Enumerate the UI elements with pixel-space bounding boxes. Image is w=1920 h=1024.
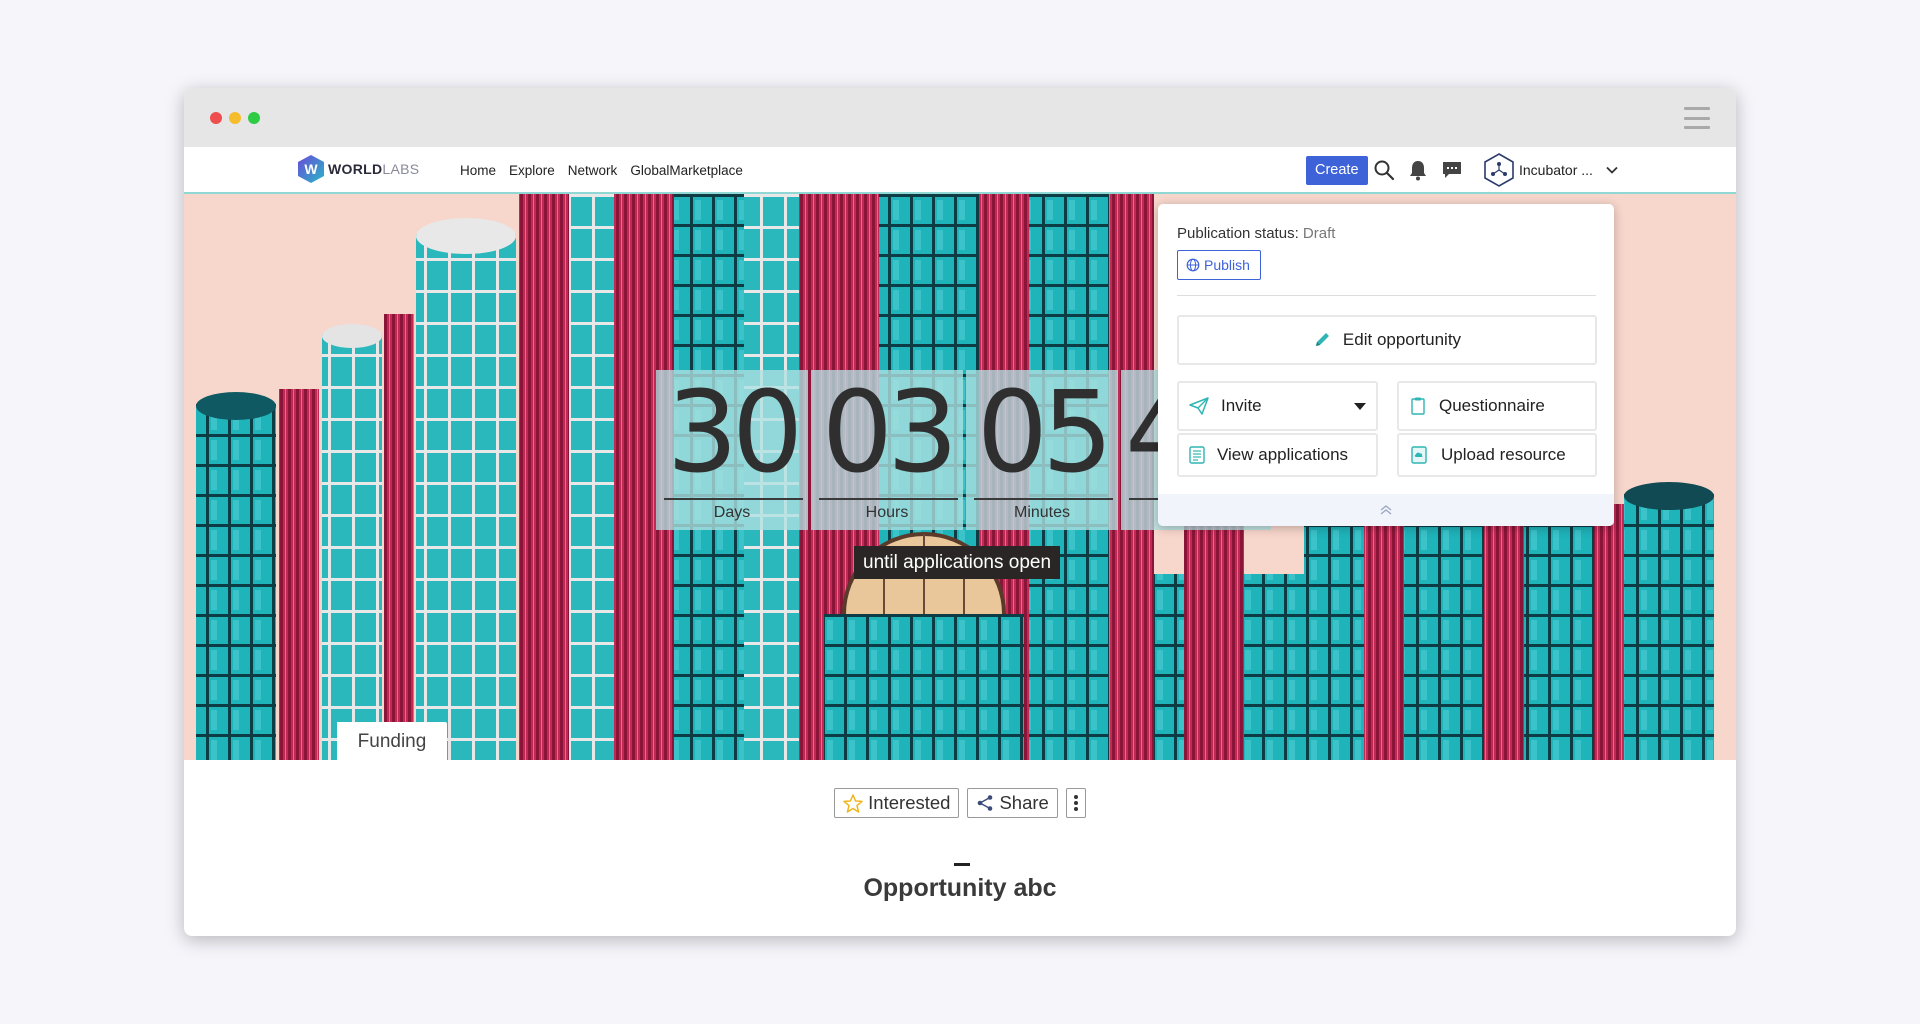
countdown-caption: until applications open xyxy=(854,546,1061,579)
share-button[interactable]: Share xyxy=(967,788,1058,818)
chat-icon[interactable] xyxy=(1441,159,1463,181)
bell-icon[interactable] xyxy=(1407,159,1429,181)
cloud-upload-icon xyxy=(1411,446,1427,464)
publication-status: Publication status: Draft xyxy=(1177,225,1336,242)
countdown-days-label: Days xyxy=(713,504,751,521)
countdown-days: 30 Days xyxy=(656,370,808,530)
minimize-window-button[interactable] xyxy=(229,112,241,124)
nav-link-globalmarketplace[interactable]: GlobalMarketplace xyxy=(630,163,743,178)
interested-button[interactable]: Interested xyxy=(834,788,960,818)
hamburger-menu-icon[interactable] xyxy=(1684,107,1710,129)
caret-down-icon[interactable] xyxy=(1354,403,1366,410)
nav-link-network[interactable]: Network xyxy=(568,163,618,178)
chevron-down-icon[interactable] xyxy=(1605,163,1619,177)
opportunity-title: Opportunity abc xyxy=(863,874,1057,902)
double-chevron-up-icon[interactable] xyxy=(1378,503,1394,517)
search-icon[interactable] xyxy=(1373,159,1395,181)
dropdown-collapse-bar[interactable] xyxy=(1158,494,1614,526)
logo-text: WORLDLABS xyxy=(328,161,420,177)
countdown-minutes-value: 05 xyxy=(976,368,1114,498)
svg-text:W: W xyxy=(304,161,318,177)
clipboard-icon xyxy=(1411,397,1425,415)
globe-icon xyxy=(1186,258,1200,272)
star-icon xyxy=(843,793,863,813)
worldlabs-logo[interactable]: W WORLDLABS xyxy=(297,154,419,184)
nav-link-explore[interactable]: Explore xyxy=(509,163,555,178)
questionnaire-button[interactable]: Questionnaire xyxy=(1397,381,1597,431)
browser-window: W WORLDLABS Home Explore Network GlobalM… xyxy=(184,88,1736,936)
countdown-minutes: 05 Minutes xyxy=(966,370,1118,530)
opportunity-actions-dropdown: Publication status: Draft Publish Edit o… xyxy=(1158,204,1614,526)
more-options-button[interactable] xyxy=(1065,788,1086,818)
upload-resource-button[interactable]: Upload resource xyxy=(1397,433,1597,477)
countdown-hours: 03 Hours xyxy=(811,370,963,530)
view-applications-button[interactable]: View applications xyxy=(1177,433,1378,477)
countdown-hours-label: Hours xyxy=(865,504,909,521)
edit-opportunity-button[interactable]: Edit opportunity xyxy=(1177,315,1597,365)
nav-link-home[interactable]: Home xyxy=(460,163,496,178)
opportunity-action-row: Interested Share xyxy=(184,788,1736,818)
pencil-icon xyxy=(1315,333,1329,346)
close-window-button[interactable] xyxy=(210,112,222,124)
publish-button[interactable]: Publish xyxy=(1177,250,1261,280)
vertical-dots-icon xyxy=(1073,795,1078,811)
org-name: Incubator ... xyxy=(1519,162,1593,178)
invite-button[interactable]: Invite xyxy=(1177,381,1378,431)
publication-status-value: Draft xyxy=(1302,225,1336,242)
share-icon xyxy=(978,795,993,811)
paper-plane-icon xyxy=(1189,397,1209,415)
top-navbar: W WORLDLABS Home Explore Network GlobalM… xyxy=(184,147,1736,194)
countdown-days-value: 30 xyxy=(666,368,804,498)
org-avatar xyxy=(1484,153,1514,187)
category-tab: Funding xyxy=(337,722,447,760)
title-decoration-dash xyxy=(954,863,970,866)
document-list-icon xyxy=(1189,446,1205,464)
main-menu: Home Explore Network GlobalMarketplace xyxy=(460,163,743,178)
countdown-minutes-label: Minutes xyxy=(1013,504,1071,521)
org-switcher[interactable]: Incubator ... xyxy=(1483,153,1619,187)
countdown-hours-value: 03 xyxy=(821,368,959,498)
create-button[interactable]: Create xyxy=(1306,156,1368,185)
dropdown-divider xyxy=(1177,295,1596,296)
worldlabs-hex-logo-icon: W xyxy=(298,155,324,183)
window-titlebar xyxy=(184,88,1736,147)
maximize-window-button[interactable] xyxy=(248,112,260,124)
